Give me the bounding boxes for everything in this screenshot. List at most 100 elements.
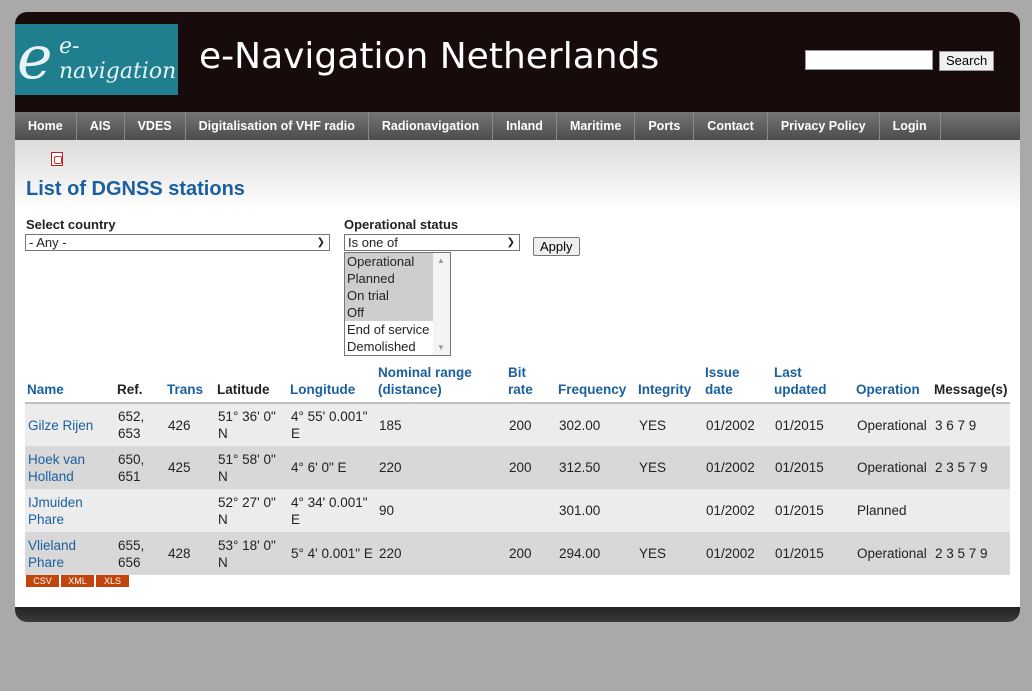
nav-item-login[interactable]: Login bbox=[880, 112, 941, 140]
col-header-frequency[interactable]: Frequency bbox=[556, 364, 636, 403]
table-row: Gilze Rijen 652, 653 426 51° 36' 0" N 4°… bbox=[25, 403, 1010, 446]
table-row: Vlieland Phare 655, 656 428 53° 18' 0" N… bbox=[25, 532, 1010, 575]
cell-integrity: YES bbox=[636, 446, 703, 489]
status-option-on-trial[interactable]: On trial bbox=[345, 287, 433, 304]
scroll-up-icon[interactable]: ▲ bbox=[437, 256, 445, 265]
footer-bar bbox=[15, 607, 1020, 622]
cell-longitude: 4° 55' 0.001" E bbox=[288, 403, 376, 446]
nav-item-radionavigation[interactable]: Radionavigation bbox=[369, 112, 494, 140]
cell-messages: 3 6 7 9 bbox=[932, 403, 1010, 446]
status-option-end-of-service[interactable]: End of service bbox=[345, 321, 433, 338]
country-label: Select country bbox=[26, 217, 116, 232]
col-header-last-updated[interactable]: Last updated bbox=[772, 364, 854, 403]
logo-text: e-navigation bbox=[59, 34, 177, 84]
station-name-link[interactable]: Hoek van Holland bbox=[28, 452, 85, 484]
status-option-demolished[interactable]: Demolished bbox=[345, 338, 433, 355]
nav-item-maritime[interactable]: Maritime bbox=[557, 112, 636, 140]
cell-latitude: 53° 18' 0" N bbox=[215, 532, 288, 575]
cell-nominal-range: 185 bbox=[376, 403, 506, 446]
station-name-link[interactable]: Gilze Rijen bbox=[28, 418, 93, 433]
col-header-latitude: Latitude bbox=[217, 382, 270, 397]
site-title: e-Navigation Netherlands bbox=[199, 36, 660, 77]
cell-bit-rate: 200 bbox=[506, 403, 556, 446]
nav-item-home[interactable]: Home bbox=[15, 112, 77, 140]
cell-operation: Planned bbox=[854, 489, 932, 532]
cell-messages: 2 3 5 7 9 bbox=[932, 446, 1010, 489]
col-header-trans[interactable]: Trans bbox=[165, 364, 215, 403]
station-name-link[interactable]: IJmuiden Phare bbox=[28, 495, 83, 527]
status-option-planned[interactable]: Planned bbox=[345, 270, 433, 287]
col-header-integrity[interactable]: Integrity bbox=[636, 364, 703, 403]
chevron-down-icon: ❯ bbox=[506, 237, 515, 248]
apply-button[interactable]: Apply bbox=[533, 237, 580, 256]
col-header-messages: Message(s) bbox=[934, 382, 1008, 397]
cell-last-updated: 01/2015 bbox=[772, 532, 854, 575]
search-input[interactable] bbox=[805, 50, 933, 70]
nav-item-ais[interactable]: AIS bbox=[77, 112, 125, 140]
cell-bit-rate bbox=[506, 489, 556, 532]
cell-messages bbox=[932, 489, 1010, 532]
cell-issue-date: 01/2002 bbox=[703, 489, 772, 532]
cell-bit-rate: 200 bbox=[506, 446, 556, 489]
site-logo[interactable]: e e-navigation bbox=[15, 24, 178, 95]
cell-ref: 652, 653 bbox=[115, 403, 165, 446]
cell-integrity bbox=[636, 489, 703, 532]
cell-longitude: 4° 34' 0.001" E bbox=[288, 489, 376, 532]
site-header: e e-navigation e-Navigation Netherlands … bbox=[15, 12, 1020, 112]
cell-latitude: 51° 58' 0" N bbox=[215, 446, 288, 489]
logo-e-glyph: e bbox=[17, 23, 53, 93]
cell-trans: 425 bbox=[165, 446, 215, 489]
status-label: Operational status bbox=[344, 217, 459, 232]
nav-item-vhf-digitalisation[interactable]: Digitalisation of VHF radio bbox=[186, 112, 369, 140]
col-header-bit-rate[interactable]: Bit rate bbox=[506, 364, 556, 403]
export-xls-button[interactable]: XLS bbox=[96, 575, 131, 587]
cell-frequency: 312.50 bbox=[556, 446, 636, 489]
cell-ref bbox=[115, 489, 165, 532]
cell-last-updated: 01/2015 bbox=[772, 489, 854, 532]
search-button[interactable]: Search bbox=[939, 51, 995, 71]
status-operator-value: Is one of bbox=[348, 235, 398, 250]
cell-last-updated: 01/2015 bbox=[772, 446, 854, 489]
cell-longitude: 4° 6' 0" E bbox=[288, 446, 376, 489]
cell-integrity: YES bbox=[636, 532, 703, 575]
cell-name[interactable]: Gilze Rijen bbox=[25, 403, 115, 446]
col-header-issue-date[interactable]: Issue date bbox=[703, 364, 772, 403]
cell-latitude: 52° 27' 0" N bbox=[215, 489, 288, 532]
page-frame: e e-navigation e-Navigation Netherlands … bbox=[15, 12, 1020, 622]
cell-issue-date: 01/2002 bbox=[703, 532, 772, 575]
cell-operation: Operational bbox=[854, 446, 932, 489]
table-header-row: Name Ref. Trans Latitude Longitude Nomin… bbox=[25, 364, 1010, 403]
export-xml-button[interactable]: XML bbox=[61, 575, 96, 587]
status-option-off[interactable]: Off bbox=[345, 304, 433, 321]
nav-item-ports[interactable]: Ports bbox=[635, 112, 695, 140]
page-title: List of DGNSS stations bbox=[26, 178, 245, 200]
station-name-link[interactable]: Vlieland Phare bbox=[28, 538, 76, 570]
status-multiselect[interactable]: Operational Planned On trial Off End of … bbox=[344, 252, 451, 356]
nav-item-vdes[interactable]: VDES bbox=[125, 112, 186, 140]
country-select[interactable]: - Any - ❯ bbox=[25, 234, 330, 251]
cell-trans: 426 bbox=[165, 403, 215, 446]
nav-item-inland[interactable]: Inland bbox=[493, 112, 557, 140]
col-header-name[interactable]: Name bbox=[25, 364, 115, 403]
col-header-longitude[interactable]: Longitude bbox=[288, 364, 376, 403]
cell-name[interactable]: Vlieland Phare bbox=[25, 532, 115, 575]
cell-nominal-range: 220 bbox=[376, 532, 506, 575]
cell-issue-date: 01/2002 bbox=[703, 403, 772, 446]
export-csv-button[interactable]: CSV bbox=[26, 575, 61, 587]
cell-name[interactable]: IJmuiden Phare bbox=[25, 489, 115, 532]
status-operator-select[interactable]: Is one of ❯ bbox=[344, 234, 520, 251]
scroll-down-icon[interactable]: ▼ bbox=[437, 343, 445, 352]
col-header-nominal-range[interactable]: Nominal range (distance) bbox=[376, 364, 506, 403]
listbox-scrollbar[interactable]: ▲ ▼ bbox=[433, 253, 450, 355]
cell-name[interactable]: Hoek van Holland bbox=[25, 446, 115, 489]
cell-messages: 2 3 5 7 9 bbox=[932, 532, 1010, 575]
cell-nominal-range: 220 bbox=[376, 446, 506, 489]
cell-ref: 655, 656 bbox=[115, 532, 165, 575]
nav-item-privacy-policy[interactable]: Privacy Policy bbox=[768, 112, 880, 140]
col-header-ref: Ref. bbox=[117, 382, 143, 397]
nav-item-contact[interactable]: Contact bbox=[694, 112, 768, 140]
col-header-operation[interactable]: Operation bbox=[854, 364, 932, 403]
cell-bit-rate: 200 bbox=[506, 532, 556, 575]
pdf-icon[interactable] bbox=[51, 152, 63, 166]
status-option-operational[interactable]: Operational bbox=[345, 253, 433, 270]
